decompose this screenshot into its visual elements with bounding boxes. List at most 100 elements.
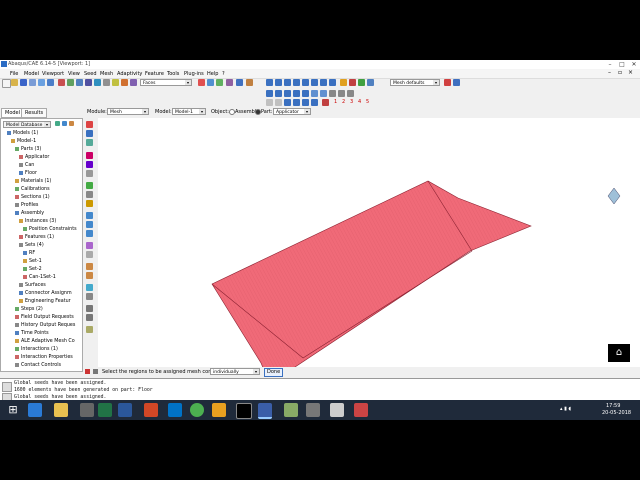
align-icon-5[interactable]: [302, 99, 309, 106]
render-shaded-icon[interactable]: [284, 79, 291, 86]
save-icon[interactable]: [20, 79, 27, 86]
tree-item[interactable]: Interaction Properties: [15, 354, 73, 362]
view-top-icon[interactable]: [320, 79, 327, 86]
viewport-icon[interactable]: [38, 79, 45, 86]
color-palette-icon[interactable]: [349, 79, 356, 86]
view-back-icon[interactable]: [302, 79, 309, 86]
view-icon-3[interactable]: [284, 90, 291, 97]
tree-item[interactable]: Contact Controls: [15, 362, 61, 370]
partition-edge-icon[interactable]: [86, 212, 93, 219]
layout-number-5[interactable]: 5: [366, 99, 369, 105]
message-area-icon[interactable]: [2, 382, 12, 392]
create-set-icon[interactable]: [86, 305, 93, 312]
align-icon-6[interactable]: [311, 99, 318, 106]
create-surface-icon[interactable]: [86, 314, 93, 321]
app-icon-3[interactable]: [306, 403, 320, 417]
tree-item[interactable]: Position Constraints: [23, 226, 77, 234]
start-button[interactable]: ⊞: [6, 403, 20, 417]
menu-seed[interactable]: Seed: [84, 71, 97, 77]
mesh-stats-icon[interactable]: [86, 293, 93, 300]
menu-mesh[interactable]: Mesh: [100, 71, 113, 77]
display-options-icon[interactable]: [358, 79, 365, 86]
tree-filter-icon[interactable]: [55, 121, 60, 126]
menu-model[interactable]: Model: [24, 71, 39, 77]
menu-help[interactable]: Help: [207, 71, 218, 77]
view-icon-7[interactable]: [320, 90, 327, 97]
box-zoom-icon[interactable]: [94, 79, 101, 86]
query-icon[interactable]: [58, 79, 65, 86]
tree-item[interactable]: Field Output Requests: [15, 314, 74, 322]
view-icon-2[interactable]: [275, 90, 282, 97]
color-toggle-icon[interactable]: [444, 79, 451, 86]
bias-icon[interactable]: [86, 139, 93, 146]
selection-method-select[interactable]: individually ▾: [210, 368, 260, 375]
menu-view[interactable]: View: [68, 71, 80, 77]
edit-mesh-icon[interactable]: [86, 251, 93, 258]
selection-filter-select[interactable]: Faces ▾: [140, 79, 192, 86]
tree-expand-icon[interactable]: [62, 121, 67, 126]
viewport-canvas[interactable]: [98, 118, 640, 413]
tree-item[interactable]: Engineering Featur: [19, 298, 71, 306]
delete-mesh-icon[interactable]: [86, 170, 93, 177]
menu-close-icon[interactable]: ×: [628, 69, 633, 76]
tree-item[interactable]: Set-1: [23, 258, 42, 266]
view-front-icon[interactable]: [293, 79, 300, 86]
menu-restore-icon[interactable]: ▫: [618, 69, 622, 76]
explorer-icon[interactable]: [54, 403, 68, 417]
tree-item[interactable]: Can: [19, 162, 34, 170]
module-select[interactable]: Mesh ▾: [107, 108, 149, 115]
mesh-defaults-select[interactable]: Mesh defaults ▾: [390, 79, 440, 86]
menu-feature[interactable]: Feature: [145, 71, 164, 77]
powerpoint-icon[interactable]: [144, 403, 158, 417]
layout-number-2[interactable]: 2: [342, 99, 345, 105]
word-icon[interactable]: [118, 403, 132, 417]
datum-plane-icon[interactable]: [86, 272, 93, 279]
menu-adaptivity[interactable]: Adaptivity: [117, 71, 142, 77]
app-icon-5[interactable]: [354, 403, 368, 417]
display-group-add-icon[interactable]: [236, 79, 243, 86]
color-edit-icon[interactable]: [453, 79, 460, 86]
display-group-remove-icon[interactable]: [246, 79, 253, 86]
virtual-topology-icon[interactable]: [86, 242, 93, 249]
tree-item[interactable]: History Output Reques: [15, 322, 75, 330]
mesh-region-icon[interactable]: [86, 161, 93, 168]
minimize-button[interactable]: –: [604, 60, 616, 69]
menu-plugins[interactable]: Plug-ins: [184, 71, 204, 77]
cycle-icon[interactable]: [112, 79, 119, 86]
tree-collapse-icon[interactable]: [69, 121, 74, 126]
new-icon[interactable]: [2, 79, 11, 88]
model-select[interactable]: Model-1 ▾: [172, 108, 206, 115]
layout-number-3[interactable]: 3: [350, 99, 353, 105]
tree-item[interactable]: Instances (3): [19, 218, 56, 226]
back-icon[interactable]: [93, 369, 98, 374]
tree-item[interactable]: Floor: [19, 170, 37, 178]
tree-item[interactable]: Models (1): [7, 130, 38, 138]
chrome-icon[interactable]: [190, 403, 204, 417]
tree-item[interactable]: Profiles: [15, 202, 38, 210]
view-cube-icon[interactable]: [607, 187, 621, 205]
zoom-icon[interactable]: [85, 79, 92, 86]
element-type-icon[interactable]: [86, 191, 93, 198]
tree-item[interactable]: RF: [23, 250, 35, 258]
ie-icon[interactable]: [28, 403, 42, 417]
tree-item[interactable]: Materials (1): [15, 178, 51, 186]
view-side-icon[interactable]: [329, 79, 336, 86]
view-icon-5[interactable]: [302, 90, 309, 97]
align-icon-3[interactable]: [284, 99, 291, 106]
seed-part-icon[interactable]: [86, 121, 93, 128]
align-icon-1[interactable]: [266, 99, 273, 106]
tree-item[interactable]: Set-2: [23, 266, 42, 274]
menu-whats-this[interactable]: ?: [222, 71, 225, 77]
tile-icon[interactable]: [47, 79, 54, 86]
render-hidden-icon[interactable]: [275, 79, 282, 86]
display-group-icon[interactable]: [216, 79, 223, 86]
query-mesh-icon[interactable]: [86, 284, 93, 291]
select-all-icon[interactable]: [198, 79, 205, 86]
render-wireframe-icon[interactable]: [266, 79, 273, 86]
align-icon-4[interactable]: [293, 99, 300, 106]
redo-icon[interactable]: [130, 79, 137, 86]
cut-plane-icon[interactable]: [322, 99, 329, 106]
terminal-icon[interactable]: [236, 403, 252, 419]
pan-icon[interactable]: [67, 79, 74, 86]
view-iso-icon[interactable]: [311, 79, 318, 86]
